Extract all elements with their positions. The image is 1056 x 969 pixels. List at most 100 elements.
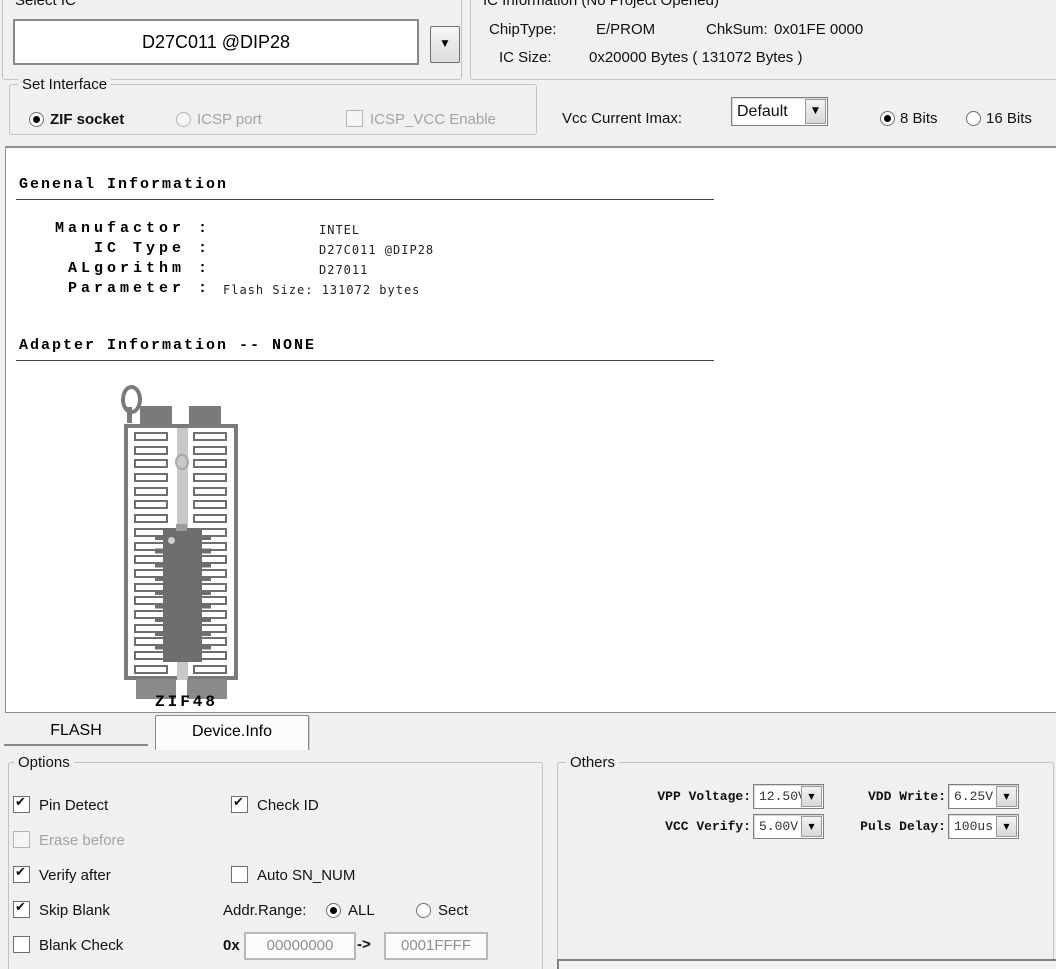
icsp-vcc-checkbox — [346, 110, 363, 127]
8-bits-radio[interactable] — [880, 111, 895, 126]
icsp-port-radio-label: ICSP port — [197, 111, 262, 128]
ic-size-value: 0x20000 Bytes ( 131072 Bytes ) — [589, 49, 802, 66]
tab-flash[interactable]: FLASH — [4, 718, 148, 746]
device-info-panel: Genenal Information Manufactor : INTEL I… — [5, 146, 1056, 713]
16-bits-radio-label: 16 Bits — [986, 110, 1032, 127]
8-bits-radio-label: 8 Bits — [900, 110, 938, 127]
ic-information-group-label: IC Information (No Project Opened) — [479, 0, 723, 9]
chip-type-value: E/PROM — [596, 21, 655, 38]
algorithm-value: D27011 — [319, 263, 368, 277]
select-ic-group: Select IC D27C011 @DIP28 ▼ — [2, 0, 462, 80]
parameter-label: Parameter : — [19, 280, 211, 297]
vdd-write-label: VDD Write: — [790, 789, 946, 804]
chevron-down-icon: ▼ — [442, 40, 449, 49]
chksum-value: 0x01FE 0000 — [774, 21, 863, 38]
addr-to-input: 0001FFFF — [384, 932, 488, 960]
skip-blank-label: Skip Blank — [39, 902, 110, 919]
zif-lever-stem — [127, 407, 132, 423]
addr-range-all-radio[interactable] — [326, 903, 341, 918]
vdd-dropdown-button[interactable]: ▼ — [996, 786, 1017, 807]
puls-delay-value: 100us — [954, 815, 996, 838]
zif-top-tab-left — [140, 406, 172, 425]
manufactor-value: INTEL — [319, 223, 360, 237]
verify-after-label: Verify after — [39, 867, 111, 884]
auto-sn-num-checkbox[interactable] — [231, 866, 248, 883]
others-info-panel — [557, 959, 1056, 969]
chip-pins-right — [202, 535, 211, 659]
blank-check-checkbox[interactable] — [13, 936, 30, 953]
adapter-information-divider — [16, 360, 714, 361]
icsp-port-radio — [176, 112, 191, 127]
zif-socket-radio[interactable] — [29, 112, 44, 127]
check-icon: ✔ — [233, 795, 244, 810]
addr-from-input: 00000000 — [244, 932, 356, 960]
chevron-down-icon: ▼ — [812, 107, 819, 116]
ic-information-group: IC Information (No Project Opened) ChipT… — [470, 0, 1056, 80]
skip-blank-checkbox[interactable]: ✔ — [13, 901, 30, 918]
zif-top-tab-right — [189, 406, 221, 425]
vpp-voltage-label: VPP Voltage: — [593, 789, 751, 804]
programmer-window: Select IC D27C011 @DIP28 ▼ IC Informatio… — [0, 0, 1056, 969]
zif-socket-caption: ZIF48 — [119, 693, 254, 711]
addr-range-sect-radio[interactable] — [416, 903, 431, 918]
adapter-information-heading: Adapter Information -- NONE — [19, 337, 316, 354]
chip-type-label: ChipType: — [489, 21, 557, 38]
icsp-vcc-checkbox-label: ICSP_VCC Enable — [370, 111, 496, 128]
check-icon: ✔ — [15, 865, 26, 880]
ic-size-label: IC Size: — [499, 49, 552, 66]
vcc-current-imax-value: Default — [737, 98, 805, 125]
zif-socket-radio-label: ZIF socket — [50, 111, 124, 128]
zif-channel-bottom — [177, 662, 188, 680]
erase-before-label: Erase before — [39, 832, 125, 849]
auto-sn-num-label: Auto SN_NUM — [257, 867, 355, 884]
range-arrow-label: -> — [357, 936, 371, 953]
select-ic-group-label: Select IC — [11, 0, 80, 9]
blank-check-label: Blank Check — [39, 937, 123, 954]
check-id-label: Check ID — [257, 797, 319, 814]
zif-socket-graphic: ZIF48 — [119, 385, 254, 715]
options-group-label: Options — [14, 754, 74, 771]
pin-detect-checkbox[interactable]: ✔ — [13, 796, 30, 813]
puls-dropdown-button[interactable]: ▼ — [996, 816, 1017, 837]
verify-after-checkbox[interactable]: ✔ — [13, 866, 30, 883]
select-ic-combobox[interactable]: D27C011 @DIP28 — [13, 19, 419, 65]
algorithm-label: ALgorithm : — [19, 260, 211, 277]
pin-detect-label: Pin Detect — [39, 797, 108, 814]
chip-pin1-dot — [168, 537, 175, 544]
vdd-write-combobox[interactable]: 6.25V ▼ — [948, 784, 1019, 809]
puls-delay-combobox[interactable]: 100us ▼ — [948, 814, 1019, 839]
chevron-down-icon: ▼ — [1003, 823, 1009, 831]
puls-delay-label: Puls Delay: — [790, 819, 946, 834]
addr-range-all-label: ALL — [348, 902, 375, 919]
ic-type-label: IC Type : — [19, 240, 211, 257]
erase-before-checkbox — [13, 831, 30, 848]
addr-range-sect-label: Sect — [438, 902, 468, 919]
vcc-verify-label: VCC Verify: — [593, 819, 751, 834]
addr-range-label: Addr.Range: — [223, 902, 306, 919]
check-icon: ✔ — [15, 795, 26, 810]
ic-type-value: D27C011 @DIP28 — [319, 243, 434, 257]
others-group-label: Others — [566, 754, 619, 771]
vcc-current-imax-label: Vcc Current Imax: — [562, 110, 682, 127]
set-interface-group: Set Interface ZIF socket ICSP port ICSP_… — [9, 84, 537, 135]
set-interface-group-label: Set Interface — [18, 76, 111, 93]
tab-device-info[interactable]: Device.Info — [155, 715, 309, 750]
16-bits-radio[interactable] — [966, 111, 981, 126]
vcc-imax-dropdown-button[interactable]: ▼ — [805, 99, 826, 124]
zif-channel-hole — [175, 454, 189, 470]
chevron-down-icon: ▼ — [1003, 793, 1009, 801]
general-information-heading: Genenal Information — [19, 176, 228, 193]
options-group: Options ✔ Pin Detect ✔ Check ID Erase be… — [8, 762, 543, 969]
check-id-checkbox[interactable]: ✔ — [231, 796, 248, 813]
chksum-label: ChkSum: — [706, 21, 768, 38]
dip28-chip — [163, 528, 202, 662]
others-group: Others VPP Voltage: 12.50V ▼ VDD Write: … — [557, 762, 1054, 969]
hex-prefix-label: 0x — [223, 937, 240, 954]
general-information-divider — [16, 199, 714, 200]
vcc-current-imax-combobox[interactable]: Default ▼ — [731, 97, 828, 126]
select-ic-dropdown-button[interactable]: ▼ — [430, 26, 460, 63]
parameter-value: Flash Size: 131072 bytes — [223, 283, 420, 297]
vdd-write-value: 6.25V — [954, 785, 996, 808]
select-ic-value: D27C011 @DIP28 — [142, 32, 290, 52]
chip-notch — [176, 524, 187, 531]
